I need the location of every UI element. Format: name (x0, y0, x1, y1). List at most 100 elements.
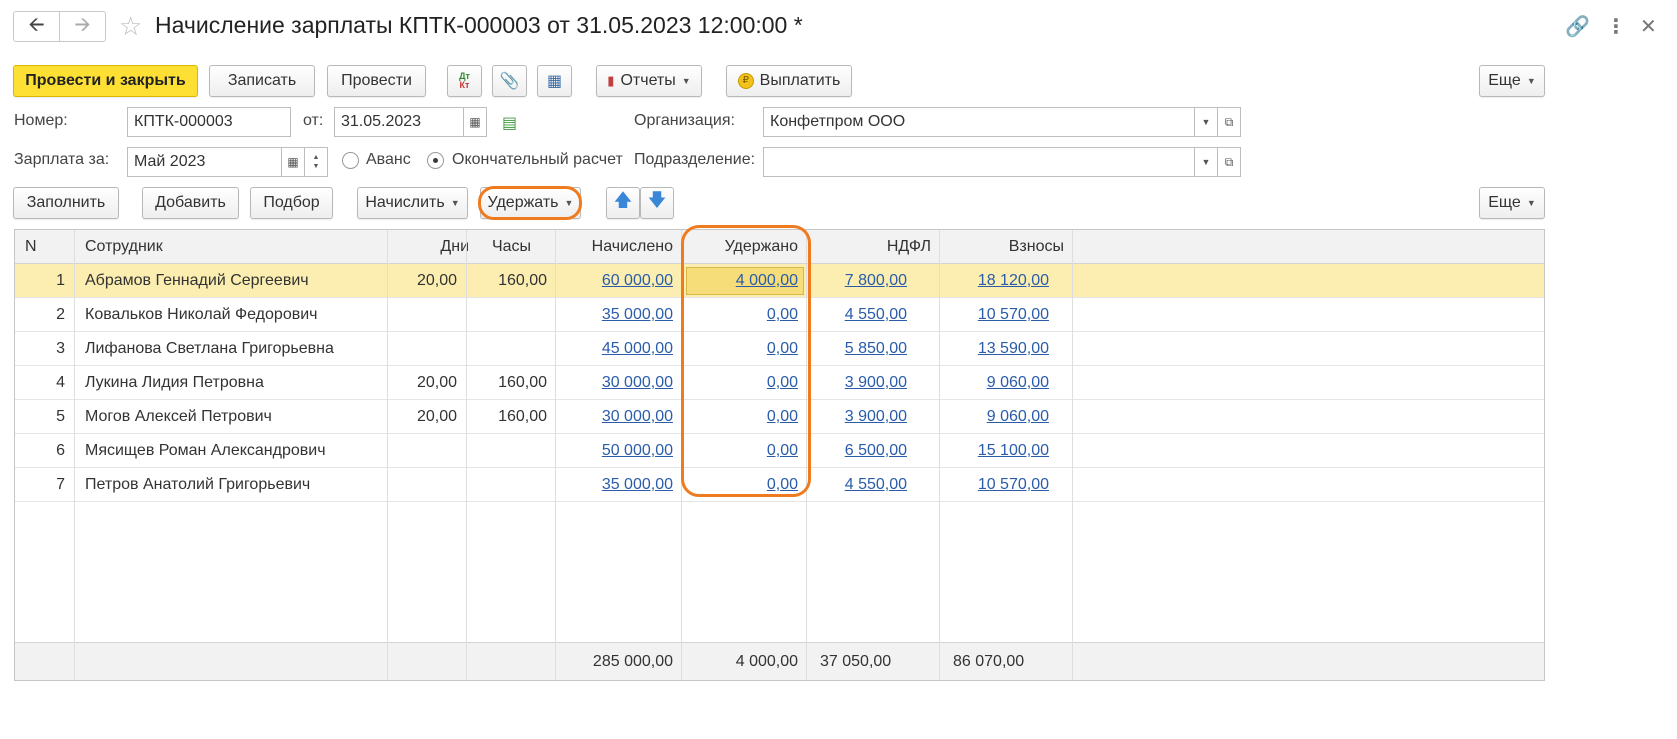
pay-button[interactable]: ₽ Выплатить (726, 65, 852, 97)
pick-button[interactable]: Подбор (250, 187, 333, 219)
document-check-icon[interactable]: ▤ (502, 113, 517, 133)
calendar-icon[interactable]: ▦ (464, 107, 487, 137)
organization-field[interactable]: Конфетпром ООО (763, 107, 1195, 137)
withhold-button[interactable]: Удержать ▼ (480, 187, 581, 219)
cell-contributions[interactable]: 9 060,00 (940, 366, 1049, 400)
paperclip-icon[interactable]: 📎 (492, 65, 527, 97)
cell-withheld-link[interactable]: 0,00 (767, 476, 798, 493)
cell-withheld-link[interactable]: 0,00 (767, 374, 798, 391)
cell-withheld-link[interactable]: 0,00 (767, 408, 798, 425)
table-row[interactable]: 4 Лукина Лидия Петровна 20,00 160,00 30 000,… (15, 366, 1544, 400)
cell-ndfl-link[interactable]: 5 850,00 (845, 340, 907, 357)
number-field[interactable]: КПТК-000003 (127, 107, 291, 137)
cell-ndfl[interactable]: 6 500,00 (807, 434, 907, 468)
dt-kt-icon[interactable]: Дт Кт (447, 65, 482, 97)
cell-withheld-link[interactable]: 0,00 (767, 306, 798, 323)
cell-contributions-link[interactable]: 13 590,00 (978, 340, 1049, 357)
header-withheld[interactable]: Удержано (682, 230, 798, 264)
cell-contributions[interactable]: 10 570,00 (940, 468, 1049, 502)
advance-radio[interactable] (342, 152, 359, 169)
cell-contributions-link[interactable]: 9 060,00 (987, 408, 1049, 425)
cell-contributions[interactable]: 15 100,00 (940, 434, 1049, 468)
table-row[interactable]: 1 Абрамов Геннадий Сергеевич 20,00 160,00 60… (15, 264, 1544, 298)
reports-button[interactable]: ▮ Отчеты ▼ (596, 65, 702, 97)
cell-accrued[interactable]: 45 000,00 (556, 332, 673, 366)
table-row[interactable]: 2 Ковальков Николай Федорович 35 000,00 0,0… (15, 298, 1544, 332)
fill-button[interactable]: Заполнить (13, 187, 119, 219)
salary-period-field[interactable]: Май 2023 (127, 147, 282, 177)
cell-accrued[interactable]: 35 000,00 (556, 298, 673, 332)
cell-ndfl[interactable]: 7 800,00 (807, 264, 907, 298)
table-row[interactable]: 6 Мясищев Роман Александрович 50 000,00 0,0… (15, 434, 1544, 468)
cell-contributions-link[interactable]: 9 060,00 (987, 374, 1049, 391)
cell-accrued[interactable]: 30 000,00 (556, 366, 673, 400)
cell-withheld[interactable]: 0,00 (682, 366, 798, 400)
cell-ndfl[interactable]: 3 900,00 (807, 400, 907, 434)
header-n[interactable]: N (25, 230, 37, 264)
chevron-down-icon[interactable]: ▼ (1195, 107, 1218, 137)
star-icon[interactable]: ☆ (119, 13, 142, 39)
cell-contributions[interactable]: 10 570,00 (940, 298, 1049, 332)
cell-contributions-link[interactable]: 18 120,00 (978, 272, 1049, 289)
cell-withheld[interactable]: 0,00 (682, 298, 798, 332)
department-field[interactable] (763, 147, 1195, 177)
cell-ndfl[interactable]: 4 550,00 (807, 468, 907, 502)
cell-accrued[interactable]: 50 000,00 (556, 434, 673, 468)
cell-withheld-link[interactable]: 0,00 (767, 340, 798, 357)
cell-accrued-link[interactable]: 35 000,00 (602, 476, 673, 493)
cell-withheld-link[interactable]: 0,00 (767, 442, 798, 459)
cell-ndfl[interactable]: 3 900,00 (807, 366, 907, 400)
calendar-icon[interactable]: ▦ (282, 147, 305, 177)
cell-contributions-link[interactable]: 15 100,00 (978, 442, 1049, 459)
table-row[interactable]: 3 Лифанова Светлана Григорьевна 45 000,00 0… (15, 332, 1544, 366)
close-icon[interactable]: ✕ (1640, 14, 1657, 39)
cell-accrued-link[interactable]: 50 000,00 (602, 442, 673, 459)
post-button[interactable]: Провести (327, 65, 426, 97)
final-settlement-radio[interactable] (427, 152, 444, 169)
cell-withheld[interactable]: 0,00 (682, 400, 798, 434)
post-and-close-button[interactable]: Провести и закрыть (13, 65, 198, 97)
accrue-button[interactable]: Начислить ▼ (357, 187, 468, 219)
cell-accrued-link[interactable]: 30 000,00 (602, 374, 673, 391)
cell-accrued[interactable]: 30 000,00 (556, 400, 673, 434)
header-ndfl[interactable]: НДФЛ (807, 230, 931, 264)
cell-contributions[interactable]: 9 060,00 (940, 400, 1049, 434)
header-accrued[interactable]: Начислено (556, 230, 673, 264)
cell-ndfl-link[interactable]: 4 550,00 (845, 476, 907, 493)
date-field[interactable]: 31.05.2023 (334, 107, 464, 137)
more-vertical-icon[interactable]: ⋮ (1606, 14, 1626, 39)
cell-ndfl-link[interactable]: 7 800,00 (845, 272, 907, 289)
cell-contributions[interactable]: 18 120,00 (940, 264, 1049, 298)
cell-ndfl-link[interactable]: 6 500,00 (845, 442, 907, 459)
cell-withheld[interactable]: 0,00 (682, 468, 798, 502)
arrow-left-icon[interactable]: 🡨 (14, 12, 59, 41)
header-hours[interactable]: Часы (467, 230, 531, 264)
cell-accrued[interactable]: 35 000,00 (556, 468, 673, 502)
cell-withheld[interactable]: 0,00 (682, 332, 798, 366)
header-contributions[interactable]: Взносы (940, 230, 1064, 264)
cell-contributions-link[interactable]: 10 570,00 (978, 306, 1049, 323)
cell-ndfl-link[interactable]: 3 900,00 (845, 374, 907, 391)
cell-accrued[interactable]: 60 000,00 (556, 264, 673, 298)
table-row[interactable]: 5 Могов Алексей Петрович 20,00 160,00 30 000… (15, 400, 1544, 434)
header-employee[interactable]: Сотрудник (85, 230, 163, 264)
table-row[interactable]: 7 Петров Анатолий Григорьевич 35 000,00 0,0… (15, 468, 1544, 502)
cell-accrued-link[interactable]: 35 000,00 (602, 306, 673, 323)
period-stepper[interactable]: ▲ ▼ (305, 147, 328, 177)
cell-withheld[interactable]: 0,00 (682, 434, 798, 468)
cell-accrued-link[interactable]: 30 000,00 (602, 408, 673, 425)
structure-icon[interactable]: ▦ (537, 65, 572, 97)
open-icon[interactable]: ⧉ (1218, 147, 1241, 177)
table-more-button[interactable]: Еще ▼ (1479, 187, 1545, 219)
cell-ndfl-link[interactable]: 3 900,00 (845, 408, 907, 425)
cell-contributions-link[interactable]: 10 570,00 (978, 476, 1049, 493)
link-icon[interactable]: 🔗 (1565, 14, 1590, 39)
cell-withheld-link[interactable]: 4 000,00 (736, 272, 798, 289)
cell-withheld[interactable]: 4 000,00 (682, 264, 798, 298)
move-up-icon[interactable]: 🡅 (606, 187, 640, 219)
chevron-down-icon[interactable]: ▼ (1195, 147, 1218, 177)
more-button[interactable]: Еще ▼ (1479, 65, 1545, 97)
open-icon[interactable]: ⧉ (1218, 107, 1241, 137)
move-down-icon[interactable]: 🡇 (640, 187, 674, 219)
add-button[interactable]: Добавить (142, 187, 239, 219)
